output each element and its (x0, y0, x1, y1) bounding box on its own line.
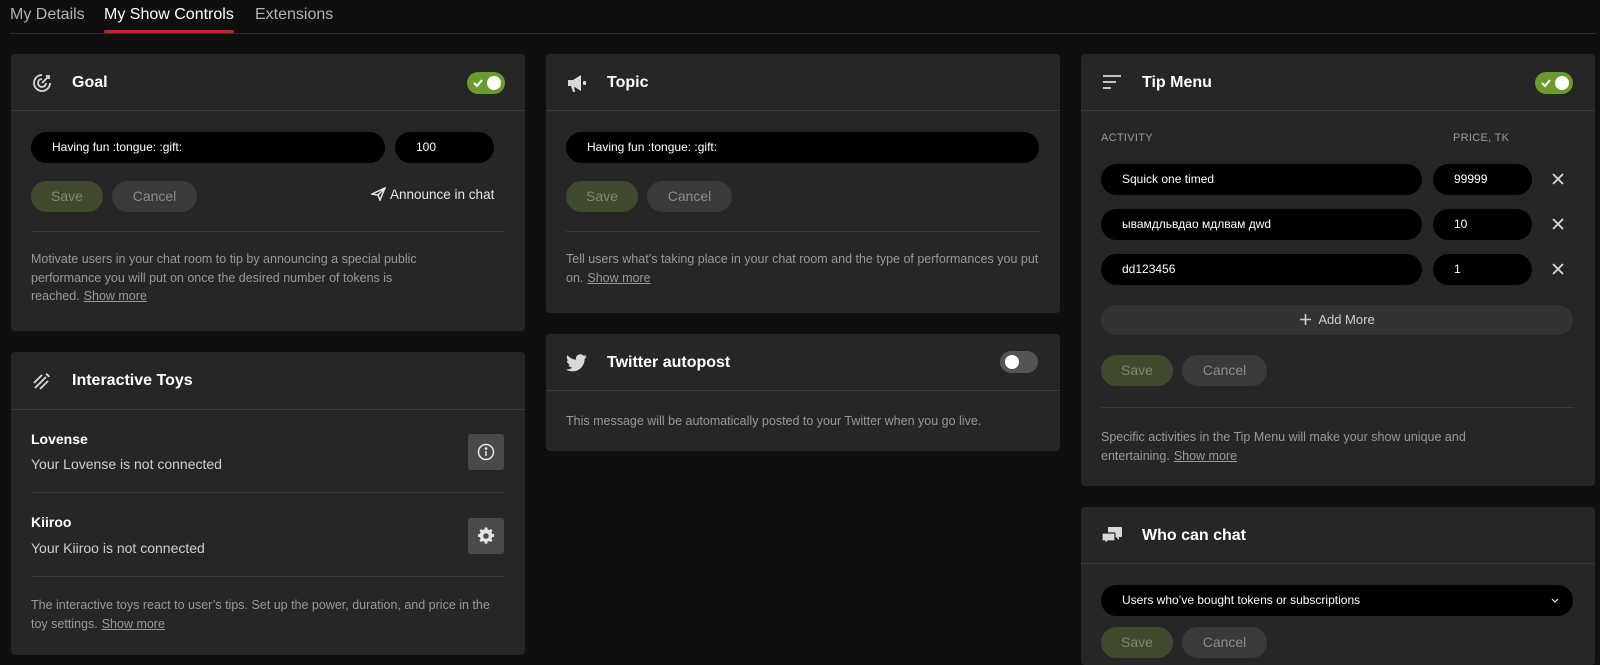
tip-menu-show-more-link[interactable]: Show more (1174, 449, 1237, 463)
twitter-toggle[interactable] (1000, 351, 1038, 373)
add-more-label: Add More (1318, 312, 1375, 327)
activity-input[interactable]: dd123456 (1101, 254, 1422, 285)
goal-save-button[interactable]: Save (31, 181, 103, 212)
plus-icon (1300, 314, 1312, 325)
toy-status: Your Lovense is not connected (31, 456, 222, 472)
activity-input[interactable]: ывамдльвдао мдлвам дwd (1101, 209, 1422, 240)
remove-row-icon[interactable] (1551, 172, 1565, 186)
active-tab-indicator (104, 30, 234, 33)
add-more-button[interactable]: Add More (1101, 305, 1573, 335)
interactive-toys-panel: Interactive Toys Lovense Your Lovense is… (11, 352, 525, 655)
toy-status: Your Kiiroo is not connected (31, 540, 205, 556)
toy-name: Lovense (31, 431, 88, 447)
announce-in-chat-button[interactable]: Announce in chat (369, 186, 495, 202)
lovense-info-button[interactable] (468, 434, 504, 470)
twitter-autopost-panel: Twitter autopost This message will be au… (546, 334, 1060, 451)
check-icon (1541, 79, 1551, 88)
goal-cancel-button[interactable]: Cancel (112, 181, 197, 212)
twitter-title: Twitter autopost (607, 354, 731, 371)
tip-menu-title: Tip Menu (1142, 74, 1212, 91)
topic-panel: Topic Having fun :tongue: :gift: Save Ca… (546, 54, 1060, 313)
tip-menu-save-button[interactable]: Save (1101, 355, 1173, 386)
toy-divider (31, 492, 504, 493)
price-input[interactable]: 1 (1433, 254, 1532, 285)
toys-icon (33, 373, 50, 390)
goal-divider (31, 231, 504, 232)
goal-title: Goal (72, 74, 108, 91)
topic-divider (566, 231, 1039, 232)
remove-row-icon[interactable] (1551, 262, 1565, 276)
megaphone-icon (568, 75, 586, 92)
who-can-chat-save-button[interactable]: Save (1101, 627, 1173, 658)
toys-show-more-link[interactable]: Show more (102, 617, 165, 631)
toys-description: The interactive toys react to user’s tip… (31, 598, 490, 631)
goal-panel: Goal Having fun :tongue: :gift: 100 Save… (11, 54, 525, 331)
activity-column-header: ACTIVITY (1101, 132, 1153, 144)
tab-my-show-controls[interactable]: My Show Controls (104, 6, 234, 24)
toy-name: Kiiroo (31, 514, 72, 530)
tip-menu-description: Specific activities in the Tip Menu will… (1101, 430, 1466, 463)
who-can-chat-header: Who can chat (1081, 507, 1595, 564)
remove-row-icon[interactable] (1551, 217, 1565, 231)
goal-description: Motivate users in your chat room to tip … (31, 252, 417, 303)
who-can-chat-panel: Who can chat Users who’ve bought tokens … (1081, 507, 1595, 665)
topic-title: Topic (607, 74, 649, 91)
tip-menu-toggle[interactable] (1535, 72, 1573, 94)
toys-title: Interactive Toys (72, 372, 193, 389)
tab-bar: My Details My Show Controls Extensions (10, 0, 1596, 34)
tip-menu-header: Tip Menu (1081, 54, 1595, 111)
goal-amount-input[interactable]: 100 (395, 132, 494, 163)
goal-show-more-link[interactable]: Show more (84, 289, 147, 303)
tab-extensions[interactable]: Extensions (255, 6, 333, 24)
toys-header: Interactive Toys (11, 352, 525, 410)
goal-toggle[interactable] (467, 72, 505, 94)
who-can-chat-title: Who can chat (1142, 527, 1247, 544)
topic-show-more-link[interactable]: Show more (587, 271, 650, 285)
twitter-icon (566, 354, 587, 372)
topic-save-button[interactable]: Save (566, 181, 638, 212)
info-icon (477, 443, 495, 461)
goal-header: Goal (11, 54, 525, 111)
topic-cancel-button[interactable]: Cancel (647, 181, 732, 212)
tab-my-details[interactable]: My Details (10, 6, 85, 24)
twitter-header: Twitter autopost (546, 334, 1060, 391)
twitter-description: This message will be automatically poste… (566, 414, 982, 428)
activity-input[interactable]: Squick one timed (1101, 164, 1422, 195)
price-column-header: PRICE, TK (1453, 132, 1510, 144)
send-icon (369, 186, 387, 202)
tip-menu-panel: Tip Menu ACTIVITY PRICE, TK Squick one t… (1081, 54, 1595, 486)
tip-menu-divider (1101, 407, 1574, 408)
chat-bubbles-icon (1101, 527, 1122, 546)
gear-icon (477, 527, 495, 544)
target-icon (33, 74, 51, 92)
tip-menu-cancel-button[interactable]: Cancel (1182, 355, 1267, 386)
topic-text-input[interactable]: Having fun :tongue: :gift: (566, 132, 1039, 163)
chevron-down-icon (1551, 598, 1559, 603)
who-can-chat-cancel-button[interactable]: Cancel (1182, 627, 1267, 658)
list-icon (1103, 75, 1121, 89)
topic-description: Tell users what’s taking place in your c… (566, 252, 1039, 285)
goal-text-input[interactable]: Having fun :tongue: :gift: (31, 132, 385, 163)
price-input[interactable]: 10 (1433, 209, 1532, 240)
who-can-chat-selected-value: Users who’ve bought tokens or subscripti… (1122, 593, 1361, 607)
toy-divider (31, 576, 504, 577)
kiiroo-settings-button[interactable] (468, 518, 504, 554)
topic-header: Topic (546, 54, 1060, 111)
price-input[interactable]: 99999 (1433, 164, 1532, 195)
who-can-chat-select[interactable]: Users who’ve bought tokens or subscripti… (1101, 585, 1573, 616)
check-icon (473, 79, 483, 88)
announce-label: Announce in chat (390, 187, 495, 202)
